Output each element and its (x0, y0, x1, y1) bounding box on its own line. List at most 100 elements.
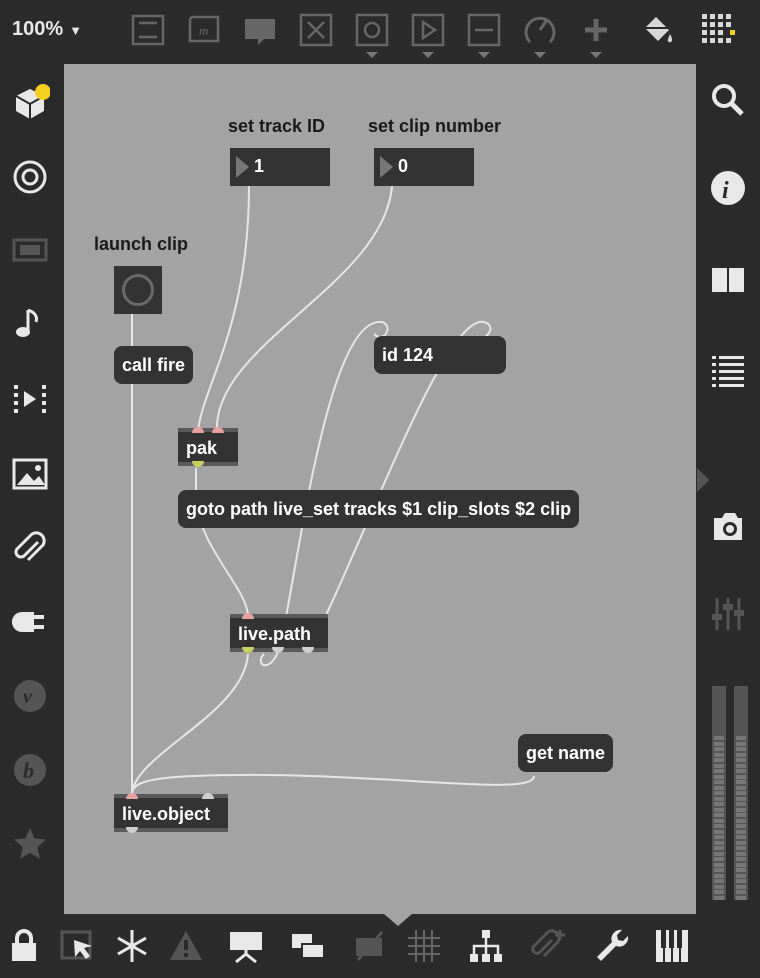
number-box-track[interactable]: 1 (230, 148, 330, 186)
meter-segment (736, 785, 746, 790)
meter-segment (714, 857, 724, 861)
lock-icon[interactable] (4, 926, 44, 966)
bpatcher-icon[interactable]: b (10, 750, 50, 790)
meter-segment (714, 890, 724, 894)
cord-track-to-pak (197, 185, 250, 431)
piano-keys-icon[interactable] (652, 926, 692, 966)
info-icon[interactable]: i (708, 168, 748, 208)
meter-segment (736, 747, 746, 751)
play-icon[interactable] (410, 12, 446, 48)
meter-segment (714, 780, 724, 784)
paperclip-icon[interactable] (10, 528, 50, 568)
star-icon[interactable] (10, 824, 50, 864)
plus-icon[interactable] (578, 12, 614, 48)
svg-text:b: b (23, 758, 34, 783)
meter-segment (736, 868, 746, 872)
list-icon[interactable] (708, 350, 748, 390)
hide-cords-icon[interactable] (350, 926, 390, 966)
windows-icon[interactable] (288, 926, 328, 966)
plug-icon[interactable] (10, 602, 50, 642)
meter-segment (736, 736, 746, 740)
number-box-track-value: 1 (254, 156, 265, 176)
add-dependency-icon[interactable] (528, 926, 568, 966)
grid-icon[interactable] (700, 12, 736, 48)
image-icon[interactable] (10, 454, 50, 494)
meter-segment (714, 895, 724, 900)
meter-segment (714, 873, 724, 878)
object-live-object[interactable]: live.object (114, 793, 228, 833)
cord-path-loop (259, 651, 279, 666)
target-icon[interactable] (10, 157, 50, 197)
label-launch-clip: launch clip (94, 234, 189, 254)
meter-segment (736, 824, 746, 828)
object-pak[interactable]: pak (178, 427, 238, 467)
search-icon[interactable] (708, 80, 748, 120)
meter-segment (736, 851, 746, 856)
object-live-object-label: live.object (122, 804, 211, 824)
meter-segment (714, 846, 724, 850)
meter-segment (736, 879, 746, 883)
presentation-screen-icon[interactable] (226, 926, 266, 966)
cord-path-to-id (277, 320, 389, 653)
package-icon[interactable] (10, 82, 51, 122)
launch-clip-button[interactable] (114, 266, 162, 314)
left-sidebar: v b (0, 64, 64, 914)
presentation-mode-icon[interactable] (58, 926, 98, 966)
toggle-x-icon[interactable] (298, 12, 334, 48)
meter-segment (736, 802, 746, 806)
zoom-select[interactable]: 100% ▼ (12, 18, 82, 41)
book-icon[interactable] (708, 260, 748, 300)
message-get-name[interactable]: get name (518, 734, 614, 772)
video-clip-icon[interactable] (10, 379, 50, 419)
svg-text:i: i (722, 178, 729, 204)
camera-icon[interactable] (708, 506, 748, 546)
meter-segment (714, 818, 724, 823)
bang-circle-icon (122, 274, 154, 306)
patcher-canvas[interactable]: set track ID set clip number launch clip… (64, 64, 696, 914)
warning-icon[interactable] (166, 926, 206, 966)
meter-segment (736, 829, 746, 834)
button-icon[interactable] (354, 12, 390, 48)
message-call-fire[interactable]: call fire (114, 346, 194, 384)
meter-segment (736, 791, 746, 795)
meter-segment (714, 840, 724, 845)
meter-segment (736, 763, 746, 768)
label-set-clip-number: set clip number (368, 116, 502, 136)
number-box-clip[interactable]: 0 (374, 148, 474, 186)
device-icon[interactable] (10, 230, 50, 270)
meter-segment (736, 741, 746, 746)
level-meter-left (712, 686, 726, 900)
slider-icon[interactable] (466, 12, 502, 48)
message-icon[interactable]: m (186, 12, 222, 48)
cord-clip-to-pak (215, 185, 393, 431)
wrench-icon[interactable] (592, 926, 632, 966)
mixer-icon[interactable] (708, 594, 748, 634)
meter-segment (714, 736, 724, 740)
grid-snap-icon[interactable] (404, 926, 444, 966)
freeze-icon[interactable] (112, 926, 152, 966)
meter-segment (736, 895, 746, 900)
svg-text:m: m (199, 23, 208, 38)
meter-segment (714, 868, 724, 872)
meter-segment (736, 884, 746, 889)
presentation-icon[interactable] (130, 12, 166, 48)
meter-segment (714, 758, 724, 762)
meter-segment (736, 752, 746, 757)
right-sidebar-toggle[interactable] (697, 468, 709, 492)
meter-segment (736, 835, 746, 839)
object-live-path[interactable]: live.path (230, 613, 328, 653)
meter-segment (736, 807, 746, 812)
meter-segment (736, 780, 746, 784)
message-goto-path[interactable]: goto path live_set tracks $1 clip_slots … (178, 490, 580, 528)
comment-icon[interactable] (242, 12, 278, 48)
object-live-path-label: live.path (238, 624, 312, 644)
meter-segment (736, 846, 746, 850)
dial-icon[interactable] (522, 12, 558, 48)
meter-segment (736, 796, 746, 801)
meter-segment (736, 818, 746, 823)
hierarchy-icon[interactable] (466, 926, 506, 966)
message-id[interactable]: id 124 (374, 336, 506, 374)
vimeo-icon[interactable]: v (10, 676, 50, 716)
paint-bucket-icon[interactable] (640, 12, 676, 48)
music-note-icon[interactable] (10, 304, 50, 344)
